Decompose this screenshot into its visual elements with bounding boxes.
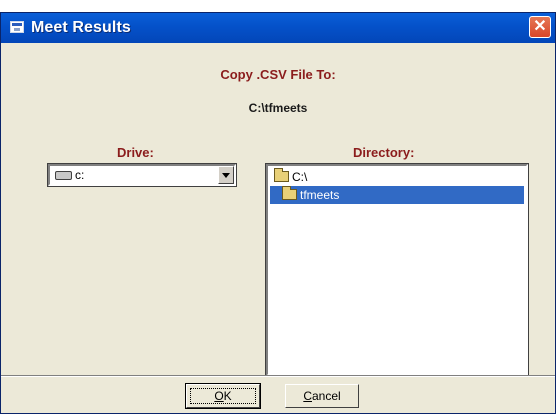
directory-item-label: tfmeets bbox=[300, 188, 340, 202]
destination-path: C:\tfmeets bbox=[248, 101, 308, 115]
window-icon bbox=[10, 21, 24, 33]
close-button[interactable]: ✕ bbox=[529, 16, 551, 38]
directory-label: Directory: bbox=[353, 145, 415, 160]
copy-to-label: Copy .CSV File To: bbox=[220, 67, 336, 82]
drive-select[interactable]: c: bbox=[47, 163, 237, 187]
directory-item-root[interactable]: C:\ bbox=[270, 168, 524, 186]
cancel-label-rest: ancel bbox=[311, 389, 341, 403]
cancel-mnemonic: C bbox=[303, 389, 312, 403]
cancel-button[interactable]: Cancel bbox=[285, 384, 359, 408]
drive-label: Drive: bbox=[117, 145, 154, 160]
open-folder-icon bbox=[282, 186, 297, 200]
drive-icon bbox=[55, 171, 72, 180]
focus-rectangle bbox=[190, 388, 256, 404]
directory-list[interactable]: C:\ tfmeets bbox=[265, 163, 529, 377]
directory-item-label: C:\ bbox=[292, 170, 308, 184]
ok-button[interactable]: OK bbox=[185, 383, 261, 409]
open-folder-icon bbox=[274, 168, 289, 182]
meet-results-dialog: Meet Results ✕ Copy .CSV File To: C:\tfm… bbox=[0, 12, 556, 414]
window-title: Meet Results bbox=[31, 19, 131, 36]
title-bar[interactable]: Meet Results ✕ bbox=[1, 13, 555, 43]
drive-value: c: bbox=[75, 168, 85, 182]
dialog-body: Copy .CSV File To: C:\tfmeets Drive: Dir… bbox=[1, 43, 555, 413]
button-bar: OK Cancel bbox=[1, 375, 555, 413]
chevron-down-icon[interactable] bbox=[218, 166, 234, 184]
directory-item-tfmeets[interactable]: tfmeets bbox=[270, 186, 524, 204]
